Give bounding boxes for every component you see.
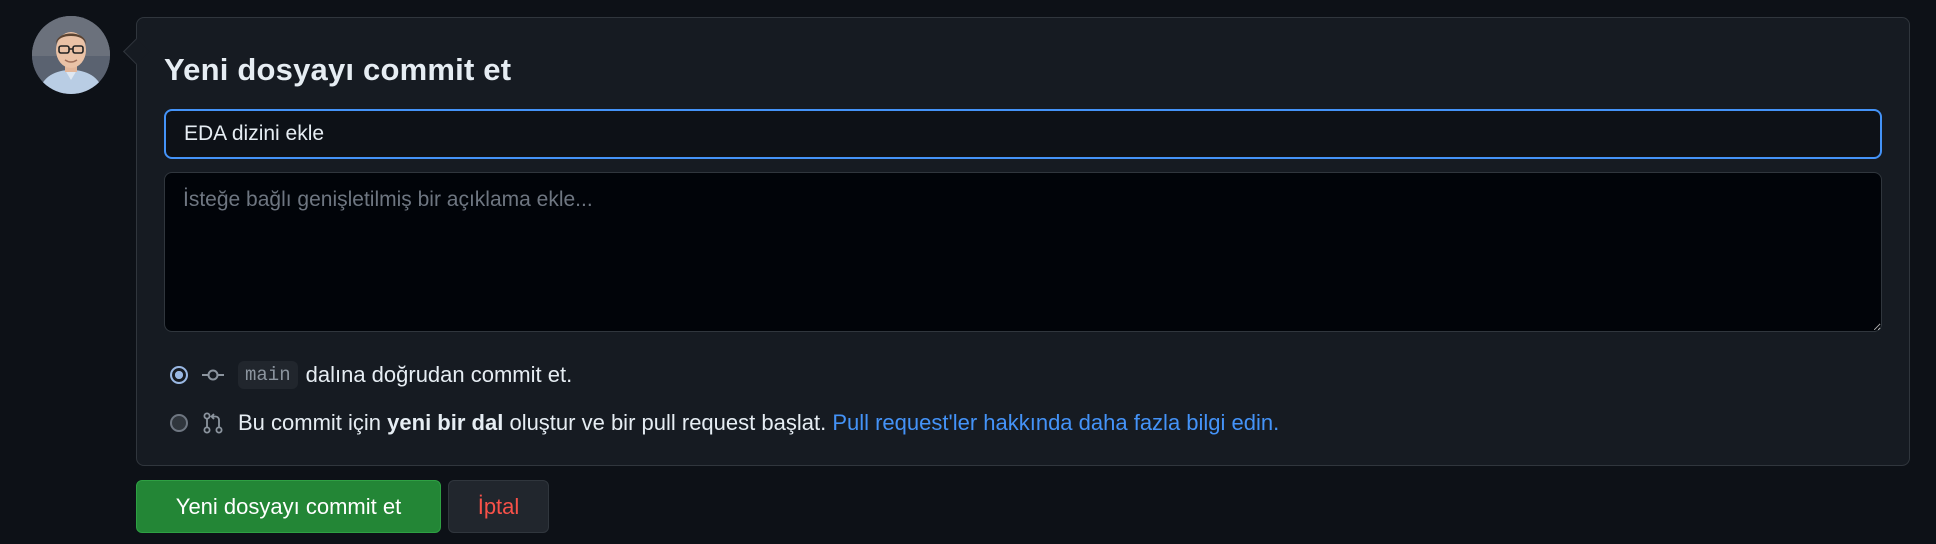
- commit-direct-label: dalına doğrudan commit et.: [305, 362, 573, 387]
- git-commit-icon: [200, 362, 226, 388]
- commit-direct-radio[interactable]: [170, 366, 188, 384]
- new-branch-text-before: Bu commit için: [238, 410, 382, 435]
- pull-request-help-link[interactable]: Pull request'ler hakkında daha fazla bil…: [832, 410, 1279, 436]
- cancel-button[interactable]: İptal: [448, 480, 549, 533]
- commit-direct-option[interactable]: main dalına doğrudan commit et.: [170, 360, 572, 390]
- form-title: Yeni dosyayı commit et: [164, 52, 512, 87]
- commit-form: Yeni dosyayı commit et main dalına doğru…: [123, 17, 1910, 466]
- commit-summary-input[interactable]: [164, 109, 1882, 159]
- commit-new-file-button[interactable]: Yeni dosyayı commit et: [136, 480, 441, 533]
- new-branch-option[interactable]: Bu commit için yeni bir dal oluştur ve b…: [170, 408, 1279, 438]
- new-branch-radio[interactable]: [170, 414, 188, 432]
- new-branch-text-strong: yeni bir dal: [387, 410, 504, 435]
- branch-name: main: [238, 361, 298, 389]
- new-branch-text-after: oluştur ve bir pull request başlat.: [509, 410, 827, 435]
- git-pull-request-icon: [200, 410, 226, 436]
- user-avatar-image: [32, 16, 110, 94]
- caret-pointer: [123, 38, 150, 65]
- avatar[interactable]: [32, 16, 110, 94]
- commit-description-textarea[interactable]: [164, 172, 1882, 332]
